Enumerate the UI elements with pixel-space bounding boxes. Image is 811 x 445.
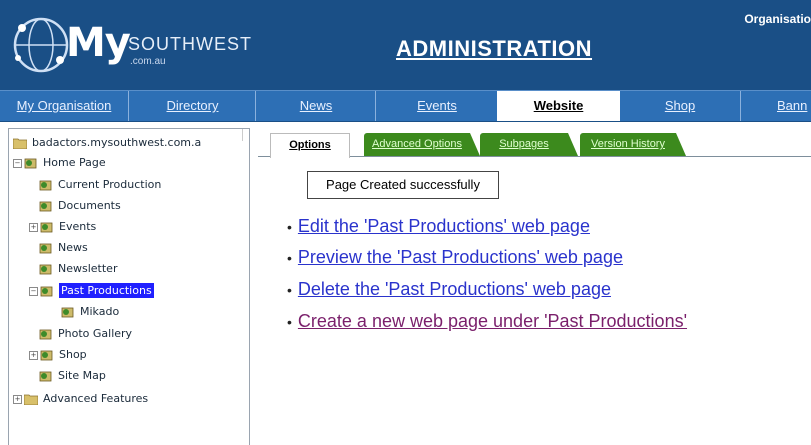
tab-subpages[interactable]: Subpages: [480, 133, 578, 156]
tree-item-label: Newsletter: [58, 262, 118, 275]
organisation-link[interactable]: Organisatio: [744, 12, 811, 26]
tab-advanced-options[interactable]: Advanced Options: [364, 133, 480, 156]
nav-banners[interactable]: Bann: [740, 91, 811, 121]
collapse-icon[interactable]: −: [13, 158, 22, 168]
tree-item-newsletter[interactable]: Newsletter: [39, 259, 117, 279]
expand-icon[interactable]: +: [13, 394, 22, 404]
tree-item-label: Documents: [58, 199, 121, 212]
page-globe-icon: [39, 201, 52, 212]
tree-item-label: Events: [59, 220, 97, 233]
tab-options[interactable]: Options: [270, 133, 350, 158]
tree-item-label: Mikado: [80, 305, 120, 318]
collapse-icon[interactable]: −: [29, 286, 38, 296]
tree-item-label-selected: Past Productions: [59, 283, 154, 298]
tree-item-advanced-features[interactable]: + Advanced Features: [13, 389, 148, 409]
edit-page-link-text[interactable]: Edit the 'Past Productions' web page: [298, 216, 590, 236]
tree-item-label: Advanced Features: [43, 392, 149, 405]
nav-shop[interactable]: Shop: [620, 91, 740, 121]
nav-my-organisation[interactable]: My Organisation: [0, 91, 128, 121]
mysouthwest-logo[interactable]: My SOUTHWEST .com.au: [10, 14, 252, 80]
bullet-icon: •: [287, 314, 292, 330]
bullet-icon: •: [287, 219, 292, 235]
tree-item-documents[interactable]: Documents: [39, 196, 121, 216]
create-subpage-link[interactable]: • Create a new web page under 'Past Produ…: [287, 311, 687, 332]
page-globe-icon: [39, 329, 52, 340]
main-nav: My Organisation Directory News Events We…: [0, 90, 811, 122]
edit-page-link[interactable]: • Edit the 'Past Productions' web page: [287, 216, 590, 237]
tree-item-news[interactable]: News: [39, 238, 88, 258]
nav-website[interactable]: Website: [497, 91, 620, 121]
nav-news[interactable]: News: [255, 91, 376, 121]
tree-item-photo-gallery[interactable]: Photo Gallery: [39, 324, 132, 344]
tree-item-label: News: [58, 241, 88, 254]
folder-icon: [13, 138, 27, 149]
expand-icon[interactable]: +: [29, 350, 38, 360]
bullet-icon: •: [287, 250, 292, 266]
logo-my-text: My: [66, 20, 131, 66]
nav-directory[interactable]: Directory: [128, 91, 256, 121]
tree-root[interactable]: badactors.mysouthwest.com.a: [13, 133, 201, 153]
bullet-icon: •: [287, 282, 292, 298]
tree-item-home-page[interactable]: − Home Page: [13, 153, 106, 173]
tree-item-mikado[interactable]: Mikado: [61, 302, 119, 322]
preview-page-link-text[interactable]: Preview the 'Past Productions' web page: [298, 247, 623, 267]
success-notice: Page Created successfully: [307, 171, 499, 199]
delete-page-link[interactable]: • Delete the 'Past Productions' web page: [287, 279, 611, 300]
tree-root-label: badactors.mysouthwest.com.a: [32, 136, 202, 149]
tree-item-site-map[interactable]: Site Map: [39, 366, 106, 386]
preview-page-link[interactable]: • Preview the 'Past Productions' web page: [287, 247, 623, 268]
page-globe-icon: [39, 180, 52, 191]
tab-version-history[interactable]: Version History: [580, 133, 686, 156]
tree-item-label: Home Page: [43, 156, 106, 169]
site-header: My SOUTHWEST .com.au ADMINISTRATION Orga…: [0, 0, 811, 90]
create-subpage-link-text[interactable]: Create a new web page under 'Past Produc…: [298, 311, 687, 331]
tree-item-label: Site Map: [58, 369, 106, 382]
tree-item-events[interactable]: + Events: [29, 217, 96, 237]
tree-item-label: Shop: [59, 348, 87, 361]
page-globe-icon: [40, 222, 53, 233]
scrollbar[interactable]: [242, 129, 249, 141]
page-title[interactable]: ADMINISTRATION: [396, 36, 592, 62]
delete-page-link-text[interactable]: Delete the 'Past Productions' web page: [298, 279, 611, 299]
tree-item-past-productions[interactable]: − Past Productions: [29, 281, 154, 301]
page-globe-icon: [61, 307, 74, 318]
tree-item-shop[interactable]: + Shop: [29, 345, 87, 365]
tree-item-label: Photo Gallery: [58, 327, 133, 340]
page-globe-icon: [39, 371, 52, 382]
logo-domain-text: .com.au: [130, 56, 166, 67]
site-tree-panel: badactors.mysouthwest.com.a − Home Page C…: [8, 128, 250, 445]
nav-events[interactable]: Events: [375, 91, 498, 121]
page-globe-icon: [39, 243, 52, 254]
page-globe-icon: [40, 286, 53, 297]
logo-southwest-text: SOUTHWEST: [128, 34, 252, 54]
page-globe-icon: [39, 264, 52, 275]
page-globe-icon: [24, 158, 37, 169]
folder-icon: [24, 394, 38, 405]
tree-item-current-production[interactable]: Current Production: [39, 175, 161, 195]
expand-icon[interactable]: +: [29, 222, 38, 232]
page-globe-icon: [40, 350, 53, 361]
tree-item-label: Current Production: [58, 178, 162, 191]
globe-icon: [13, 17, 69, 73]
